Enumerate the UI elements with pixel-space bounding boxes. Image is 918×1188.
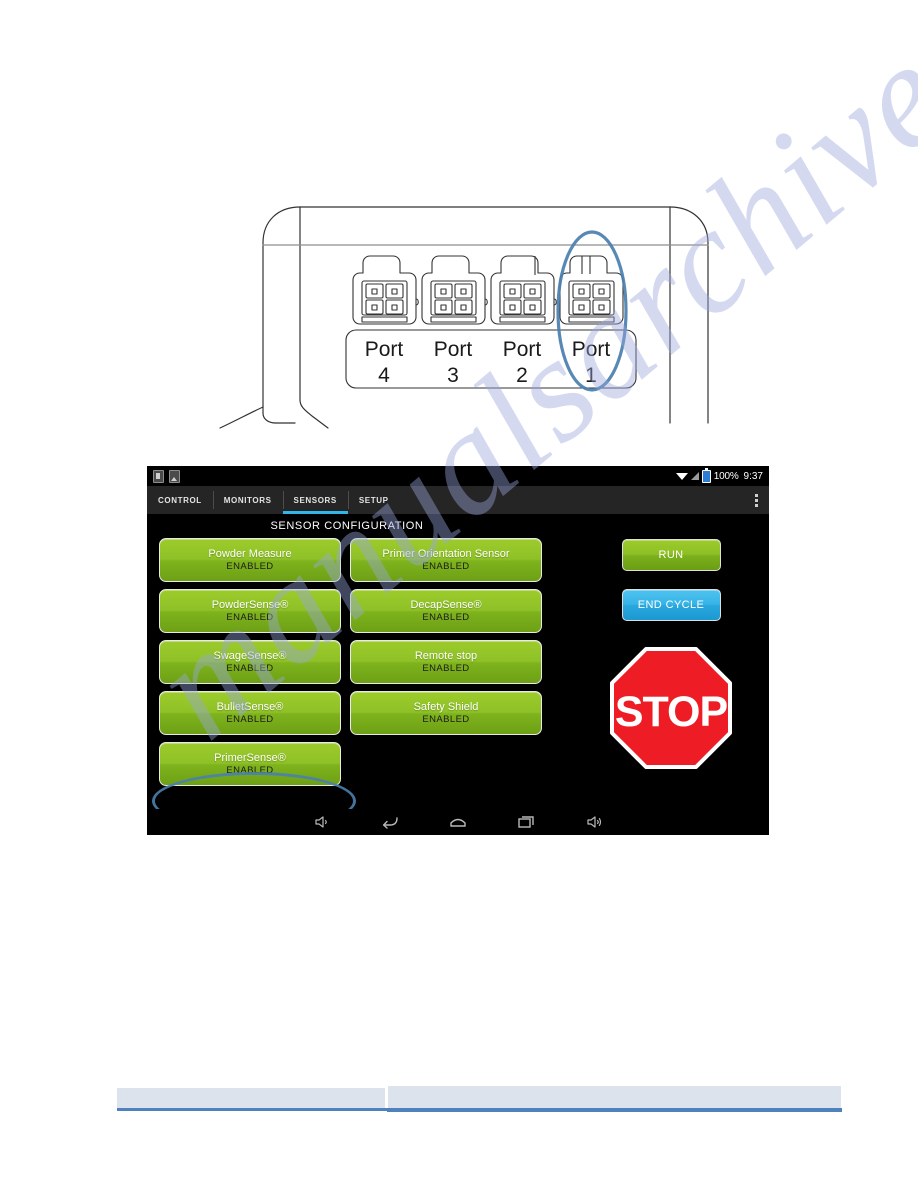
port-panel-figure: Port 4 Port 3 Port 2 Port 1: [160, 185, 760, 430]
sensor-button-grid: Powder Measure ENABLED Primer Orientatio…: [159, 538, 554, 786]
tab-monitors[interactable]: MONITORS: [212, 486, 283, 514]
sd-card-icon: [153, 469, 164, 483]
footer-rule-secondary: [387, 1109, 842, 1112]
sensor-name: DecapSense®: [410, 598, 482, 611]
sensor-button-powdersense[interactable]: PowderSense® ENABLED: [159, 589, 341, 633]
battery-percent: 100%: [713, 470, 739, 482]
svg-text:Port: Port: [572, 338, 611, 361]
svg-text:4: 4: [378, 364, 390, 387]
footer-cell-left: [117, 1087, 385, 1108]
sensor-button-powder-measure[interactable]: Powder Measure ENABLED: [159, 538, 341, 582]
page-title: SENSOR CONFIGURATION: [270, 520, 424, 532]
tab-setup[interactable]: SETUP: [347, 486, 400, 514]
sensor-button-decapsense[interactable]: DecapSense® ENABLED: [350, 589, 542, 633]
android-status-bar: 100% 9:37: [147, 466, 769, 486]
svg-text:1: 1: [585, 364, 597, 387]
sensor-name: BulletSense®: [216, 700, 284, 713]
sensor-state: ENABLED: [422, 560, 470, 572]
sensor-name: PrimerSense®: [214, 751, 286, 764]
run-button[interactable]: RUN: [621, 539, 721, 571]
sensor-state: ENABLED: [226, 611, 274, 623]
sensor-configuration-screen: SENSOR CONFIGURATION Powder Measure ENAB…: [147, 514, 769, 830]
stop-button[interactable]: STOP: [610, 647, 732, 769]
back-icon[interactable]: [380, 813, 400, 831]
page-footer: [0, 1080, 918, 1114]
sensor-state: ENABLED: [422, 611, 470, 623]
sensor-name: Primer Orientation Sensor: [382, 547, 510, 560]
sensor-name: Remote stop: [414, 649, 478, 662]
screenshot-icon: [169, 469, 180, 483]
overflow-menu-icon[interactable]: [743, 486, 769, 514]
sensor-state: ENABLED: [226, 560, 274, 572]
sensor-button-bulletsense[interactable]: BulletSense® ENABLED: [159, 691, 341, 735]
sensor-name: PowderSense®: [211, 598, 289, 611]
svg-text:Port: Port: [434, 338, 473, 361]
svg-text:3: 3: [447, 364, 459, 387]
end-cycle-button[interactable]: END CYCLE: [621, 589, 721, 621]
volume-up-icon[interactable]: [584, 813, 604, 831]
action-bar: CONTROL MONITORS SENSORS SETUP: [147, 486, 769, 514]
android-nav-bar: [147, 809, 769, 835]
sensor-name: SwageSense®: [213, 649, 287, 662]
status-bar-clock: 9:37: [743, 470, 763, 482]
sensor-state: ENABLED: [422, 662, 470, 674]
home-icon[interactable]: [448, 813, 468, 831]
volume-down-icon[interactable]: [312, 813, 332, 831]
wifi-icon: [675, 471, 688, 481]
sensor-state: ENABLED: [422, 713, 470, 725]
sensor-name: Powder Measure: [208, 547, 292, 560]
footer-cell-right: [387, 1085, 842, 1109]
sensor-name: Safety Shield: [413, 700, 479, 713]
sensor-button-safety-shield[interactable]: Safety Shield ENABLED: [350, 691, 542, 735]
signal-icon: [690, 471, 700, 481]
svg-text:Port: Port: [503, 338, 542, 361]
recents-icon[interactable]: [516, 813, 536, 831]
sensor-button-primersense[interactable]: PrimerSense® ENABLED: [159, 742, 341, 786]
machine-controls: RUN END CYCLE STOP: [585, 534, 757, 804]
battery-icon: [701, 467, 711, 483]
svg-text:2: 2: [516, 364, 528, 387]
tab-sensors[interactable]: SENSORS: [282, 486, 349, 514]
sensor-state: ENABLED: [226, 662, 274, 674]
sensor-button-primer-orientation-sensor[interactable]: Primer Orientation Sensor ENABLED: [350, 538, 542, 582]
svg-text:STOP: STOP: [615, 688, 728, 736]
sensor-state: ENABLED: [226, 713, 274, 725]
sensor-state: ENABLED: [226, 764, 274, 776]
sensor-button-swagesense[interactable]: SwageSense® ENABLED: [159, 640, 341, 684]
notification-icons: [153, 469, 180, 483]
tab-control[interactable]: CONTROL: [147, 486, 213, 514]
tablet-screenshot: 100% 9:37 CONTROL MONITORS SENSORS SETUP…: [147, 466, 769, 835]
sensor-button-remote-stop[interactable]: Remote stop ENABLED: [350, 640, 542, 684]
svg-text:Port: Port: [365, 338, 404, 361]
